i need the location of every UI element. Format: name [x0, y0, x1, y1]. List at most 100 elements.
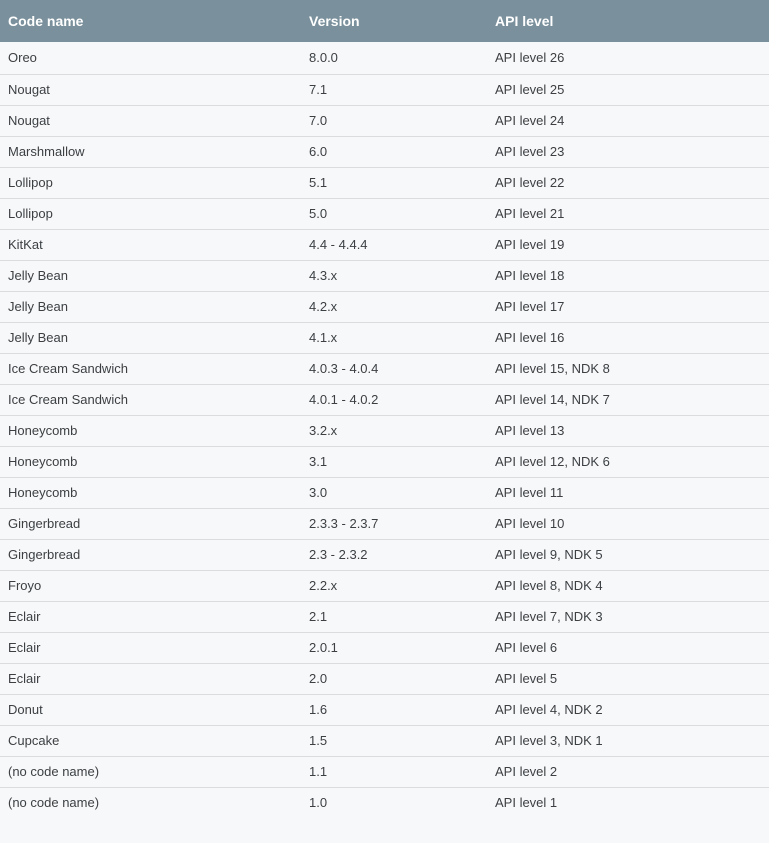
- version-cell: 4.0.1 - 4.0.2: [309, 392, 379, 407]
- code-name-cell: Jelly Bean: [8, 330, 68, 345]
- api-level-cell: API level 25: [495, 82, 565, 97]
- table-header: Code name Version API level: [0, 0, 769, 42]
- table-row: Donut 1.6 API level 4, NDK 2: [0, 694, 769, 725]
- table-row: (no code name) 1.1 API level 2: [0, 756, 769, 787]
- table-row: Jelly Bean 4.1.x API level 16: [0, 322, 769, 353]
- code-name-cell: Froyo: [8, 578, 42, 593]
- api-level-cell: API level 17: [495, 299, 565, 314]
- api-level-cell: API level 12, NDK 6: [495, 454, 610, 469]
- api-level-cell: API level 23: [495, 144, 565, 159]
- table-row: Jelly Bean 4.3.x API level 18: [0, 260, 769, 291]
- version-cell: 1.6: [309, 702, 328, 717]
- api-level-cell: API level 16: [495, 330, 565, 345]
- api-level-cell: API level 2: [495, 764, 558, 779]
- api-level-cell: API level 21: [495, 206, 565, 221]
- table-row: Froyo 2.2.x API level 8, NDK 4: [0, 570, 769, 601]
- table-row: Honeycomb 3.0 API level 11: [0, 477, 769, 508]
- version-cell: 5.1: [309, 175, 328, 190]
- api-level-cell: API level 10: [495, 516, 565, 531]
- code-name-cell: Eclair: [8, 640, 41, 655]
- table-row: Lollipop 5.0 API level 21: [0, 198, 769, 229]
- code-name-cell: Marshmallow: [8, 144, 85, 159]
- table-row: Gingerbread 2.3.3 - 2.3.7 API level 10: [0, 508, 769, 539]
- version-cell: 1.1: [309, 764, 328, 779]
- code-name-cell: Cupcake: [8, 733, 60, 748]
- table-row: Eclair 2.1 API level 7, NDK 3: [0, 601, 769, 632]
- table-row: Cupcake 1.5 API level 3, NDK 1: [0, 725, 769, 756]
- version-cell: 7.1: [309, 82, 328, 97]
- api-level-cell: API level 1: [495, 795, 558, 811]
- version-cell: 4.1.x: [309, 330, 338, 345]
- version-cell: 3.0: [309, 485, 328, 500]
- code-name-cell: Donut: [8, 702, 43, 717]
- code-name-cell: KitKat: [8, 237, 43, 252]
- table-row: Marshmallow 6.0 API level 23: [0, 136, 769, 167]
- table-row: Nougat 7.1 API level 25: [0, 74, 769, 105]
- table-row: Lollipop 5.1 API level 22: [0, 167, 769, 198]
- table-row: Honeycomb 3.1 API level 12, NDK 6: [0, 446, 769, 477]
- version-cell: 4.4 - 4.4.4: [309, 237, 368, 252]
- version-cell: 1.0: [309, 795, 328, 811]
- code-name-cell: Lollipop: [8, 206, 53, 221]
- table-row: Eclair 2.0 API level 5: [0, 663, 769, 694]
- api-level-cell: API level 3, NDK 1: [495, 733, 603, 748]
- table-row: Ice Cream Sandwich 4.0.1 - 4.0.2 API level…: [0, 384, 769, 415]
- version-cell: 3.2.x: [309, 423, 338, 438]
- api-level-cell: API level 19: [495, 237, 565, 252]
- code-name-cell: (no code name): [8, 764, 100, 779]
- code-name-cell: Gingerbread: [8, 547, 81, 562]
- version-cell: 2.1: [309, 609, 328, 624]
- code-name-cell: Nougat: [8, 113, 50, 128]
- api-level-cell: API level 6: [495, 640, 558, 655]
- api-level-cell: API level 26: [495, 50, 565, 66]
- api-level-cell: API level 22: [495, 175, 565, 190]
- version-cell: 4.2.x: [309, 299, 338, 314]
- version-cell: 1.5: [309, 733, 328, 748]
- table-row: (no code name) 1.0 API level 1: [0, 787, 769, 818]
- api-level-cell: API level 9, NDK 5: [495, 547, 603, 562]
- table-row: Gingerbread 2.3 - 2.3.2 API level 9, NDK 5: [0, 539, 769, 570]
- version-cell: 7.0: [309, 113, 328, 128]
- code-name-cell: Ice Cream Sandwich: [8, 361, 128, 376]
- code-name-cell: Jelly Bean: [8, 268, 68, 283]
- version-cell: 2.3.3 - 2.3.7: [309, 516, 379, 531]
- api-level-cell: API level 24: [495, 113, 565, 128]
- code-name-cell: Oreo: [8, 50, 37, 66]
- code-name-cell: Jelly Bean: [8, 299, 68, 314]
- code-name-cell: Honeycomb: [8, 423, 78, 438]
- version-cell: 4.3.x: [309, 268, 338, 283]
- api-level-cell: API level 11: [495, 485, 564, 500]
- version-cell: 2.3 - 2.3.2: [309, 547, 368, 562]
- api-level-cell: API level 18: [495, 268, 565, 283]
- table-body: Oreo 8.0.0 API level 26 Nougat 7.1 API level …: [0, 42, 769, 818]
- api-level-cell: API level 15, NDK 8: [495, 361, 610, 376]
- code-name-cell: Eclair: [8, 671, 41, 686]
- code-name-cell: Lollipop: [8, 175, 53, 190]
- code-name-cell: Honeycomb: [8, 485, 78, 500]
- code-name-cell: Nougat: [8, 82, 50, 97]
- api-level-cell: API level 13: [495, 423, 565, 438]
- version-cell: 6.0: [309, 144, 328, 159]
- api-level-cell: API level 14, NDK 7: [495, 392, 610, 407]
- version-cell: 4.0.3 - 4.0.4: [309, 361, 379, 376]
- table-row: Jelly Bean 4.2.x API level 17: [0, 291, 769, 322]
- column-header-code-name: Code name: [8, 13, 84, 29]
- column-header-api-level: API level: [495, 13, 554, 29]
- api-level-cell: API level 4, NDK 2: [495, 702, 603, 717]
- table-row: Nougat 7.0 API level 24: [0, 105, 769, 136]
- version-cell: 2.2.x: [309, 578, 338, 593]
- code-name-cell: Gingerbread: [8, 516, 81, 531]
- column-header-version: Version: [309, 13, 360, 29]
- code-name-cell: Honeycomb: [8, 454, 78, 469]
- version-cell: 5.0: [309, 206, 328, 221]
- table-row: KitKat 4.4 - 4.4.4 API level 19: [0, 229, 769, 260]
- code-name-cell: (no code name): [8, 795, 100, 811]
- api-level-cell: API level 7, NDK 3: [495, 609, 603, 624]
- api-level-cell: API level 8, NDK 4: [495, 578, 603, 593]
- android-versions-table: Code name Version API level Oreo 8.0.0 API…: [0, 0, 769, 818]
- version-cell: 2.0: [309, 671, 328, 686]
- code-name-cell: Eclair: [8, 609, 41, 624]
- table-row: Eclair 2.0.1 API level 6: [0, 632, 769, 663]
- version-cell: 2.0.1: [309, 640, 338, 655]
- version-cell: 3.1: [309, 454, 328, 469]
